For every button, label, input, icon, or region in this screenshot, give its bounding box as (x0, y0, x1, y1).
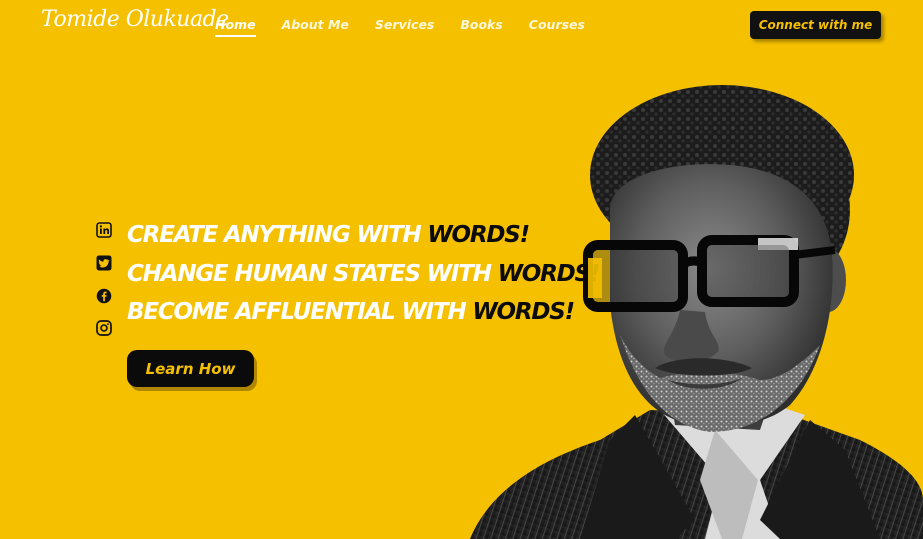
portrait-photo (460, 80, 923, 539)
nav-services[interactable]: Services (375, 17, 434, 37)
facebook-icon[interactable] (96, 288, 112, 304)
nav-about-me[interactable]: About Me (282, 17, 349, 37)
connect-button[interactable]: Connect with me (750, 11, 881, 39)
nav-courses[interactable]: Courses (529, 17, 585, 37)
instagram-icon[interactable] (96, 320, 112, 336)
brand-logo[interactable]: Tomide Olukuade (41, 7, 229, 32)
learn-how-button[interactable]: Learn How (127, 350, 254, 387)
headline-text: CHANGE HUMAN STATES WITH (127, 260, 498, 287)
headline-text: CREATE ANYTHING WITH (127, 222, 428, 248)
nav-home[interactable]: Home (215, 17, 256, 37)
nav-books[interactable]: Books (460, 17, 502, 37)
linkedin-icon[interactable] (96, 222, 112, 238)
twitter-icon[interactable] (96, 255, 112, 271)
main-nav: Home About Me Services Books Courses (215, 17, 611, 37)
headline-text: BECOME AFFLUENTIAL WITH (127, 299, 473, 325)
